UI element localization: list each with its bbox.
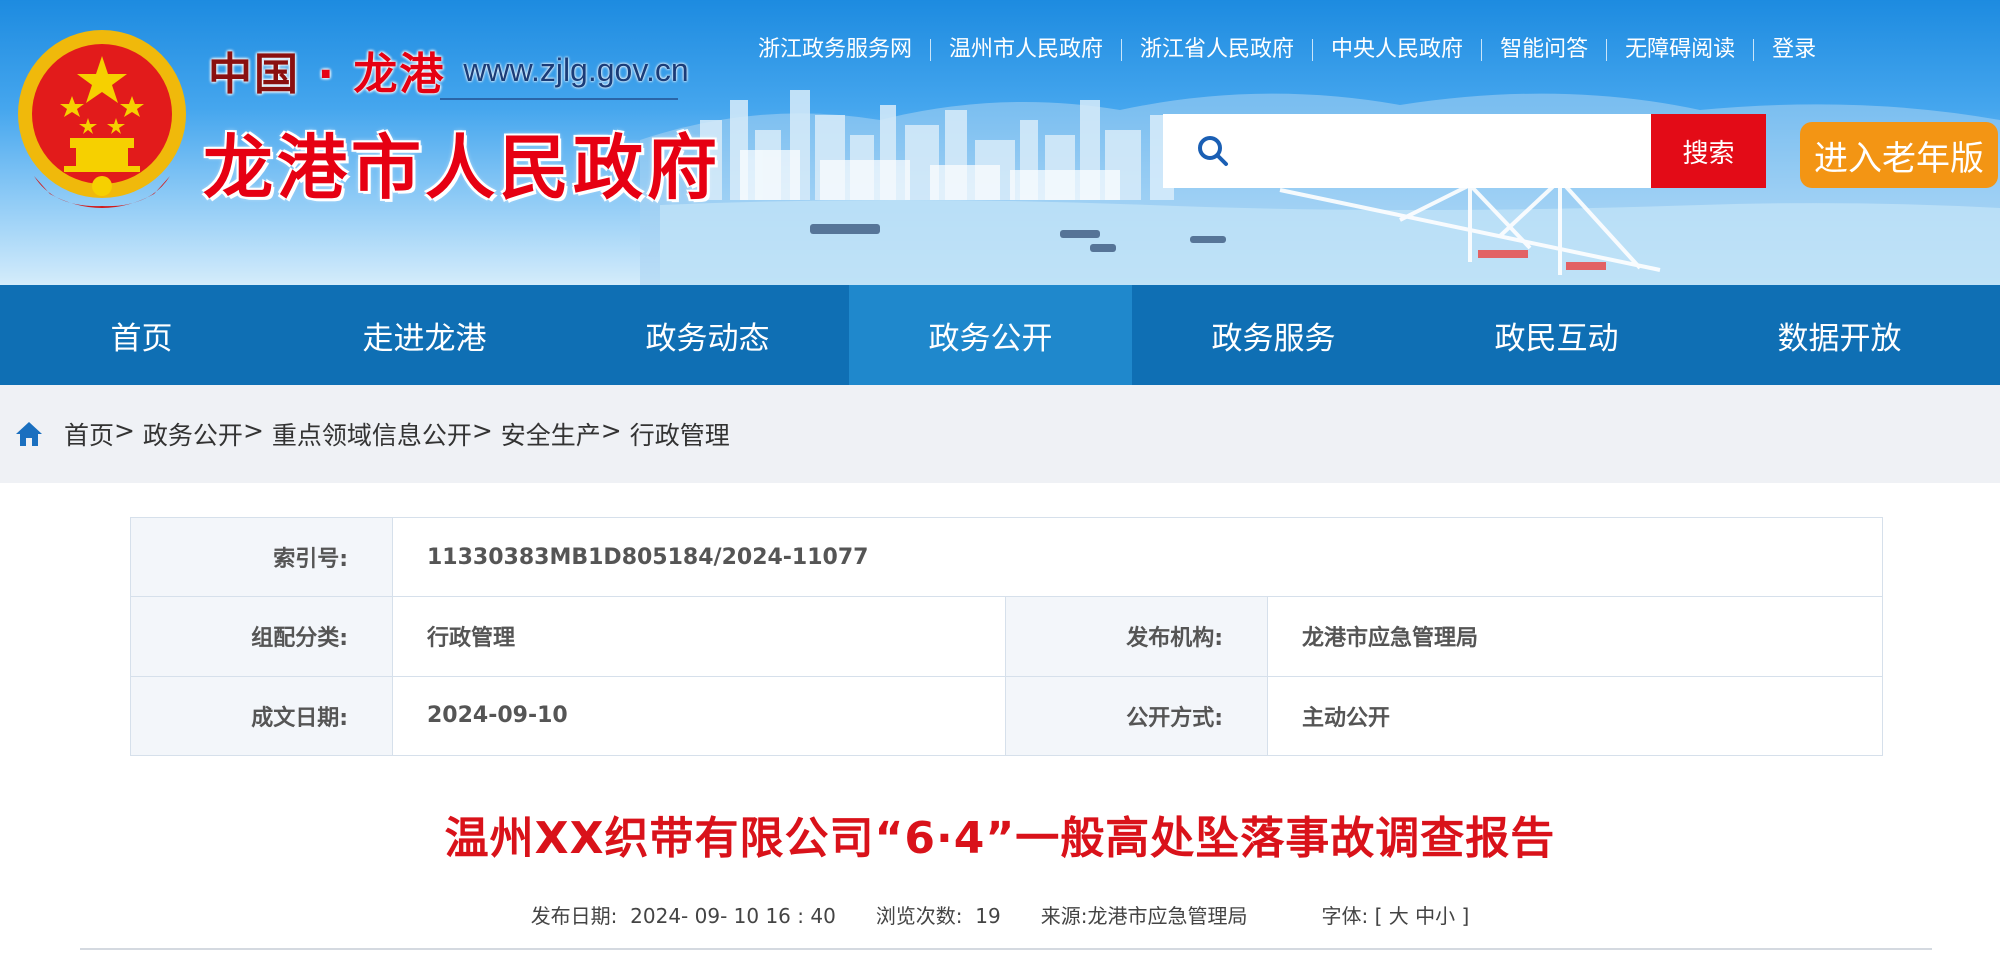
- breadcrumb-admin[interactable]: 行政管理: [630, 416, 730, 452]
- brand-cn: 中国 · 龙港: [208, 49, 446, 100]
- publish-date: 发布日期: 2024- 09- 10 16 : 40: [530, 904, 836, 928]
- publisher-label: 发布机构:: [1005, 596, 1268, 677]
- table-row: 组配分类: 行政管理 发布机构: 龙港市应急管理局: [130, 596, 1883, 677]
- top-link-central-gov[interactable]: 中央人民政府: [1312, 39, 1481, 61]
- brand-underline: [440, 98, 678, 100]
- top-link-wenzhou-gov[interactable]: 温州市人民政府: [930, 39, 1121, 61]
- nav-item-news[interactable]: 政务动态: [566, 285, 849, 385]
- date-label: 成文日期:: [130, 675, 393, 757]
- meta-divider: [80, 948, 1932, 950]
- top-link-smart-qa[interactable]: 智能问答: [1481, 39, 1606, 61]
- breadcrumb: 首页 > 政务公开 > 重点领域信息公开 > 安全生产 > 行政管理: [0, 385, 2000, 483]
- national-emblem-icon: [18, 30, 186, 208]
- index-value: 11330383MB1D805184/2024-11077: [392, 516, 1883, 598]
- nav-item-gov-services[interactable]: 政务服务: [1132, 285, 1415, 385]
- nav-item-open-data[interactable]: 数据开放: [1698, 285, 1981, 385]
- top-link-accessibility[interactable]: 无障碍阅读: [1606, 39, 1753, 61]
- nav-item-home[interactable]: 首页: [0, 285, 283, 385]
- site-header: 中国 · 龙港 www.zjlg.gov.cn 龙港市人民政府 浙江政务服务网 …: [0, 0, 2000, 285]
- breadcrumb-separator: >: [242, 416, 272, 445]
- article-source: 来源:龙港市应急管理局: [1040, 904, 1248, 928]
- brand-tagline: 中国 · 龙港 www.zjlg.gov.cn: [208, 42, 689, 100]
- top-link-login[interactable]: 登录: [1753, 39, 1834, 61]
- breadcrumb-work-safety[interactable]: 安全生产: [501, 416, 601, 452]
- top-links: 浙江政务服务网 温州市人民政府 浙江省人民政府 中央人民政府 智能问答 无障碍阅…: [740, 34, 1834, 66]
- search-icon: [1183, 114, 1243, 188]
- breadcrumb-separator: >: [114, 416, 143, 445]
- nav-item-about[interactable]: 走进龙港: [283, 285, 566, 385]
- search-button[interactable]: 搜索: [1651, 114, 1766, 188]
- table-row: 索引号: 11330383MB1D805184/2024-11077: [130, 516, 1883, 598]
- table-row: 成文日期: 2024-09-10 公开方式: 主动公开: [130, 675, 1883, 757]
- breadcrumb-separator: >: [471, 416, 501, 445]
- date-value: 2024-09-10: [392, 675, 1006, 757]
- breadcrumb-home[interactable]: 首页: [64, 416, 114, 452]
- brand-url: www.zjlg.gov.cn: [463, 51, 689, 88]
- article-meta: 发布日期: 2024- 09- 10 16 : 40 浏览次数: 19 来源:龙…: [0, 900, 2000, 929]
- breadcrumb-key-areas[interactable]: 重点领域信息公开: [272, 416, 472, 452]
- category-label: 组配分类:: [130, 596, 393, 677]
- main-nav: 首页 走进龙港 政务动态 政务公开 政务服务 政民互动 数据开放: [0, 285, 2000, 385]
- site-title: 龙港市人民政府: [203, 127, 721, 209]
- breadcrumb-trail: 首页 > 政务公开 > 重点领域信息公开 > 安全生产 > 行政管理: [64, 416, 730, 452]
- category-value: 行政管理: [392, 596, 1006, 677]
- breadcrumb-gov-disclosure[interactable]: 政务公开: [143, 416, 243, 452]
- elder-mode-button[interactable]: 进入老年版: [1800, 122, 1998, 188]
- top-link-zhejiang-gov[interactable]: 浙江省人民政府: [1121, 39, 1312, 61]
- font-large-button[interactable]: 大: [1389, 904, 1409, 928]
- method-value: 主动公开: [1267, 675, 1883, 757]
- method-label: 公开方式:: [1005, 675, 1268, 757]
- font-medium-button[interactable]: 中: [1415, 904, 1435, 928]
- home-icon[interactable]: [14, 419, 46, 449]
- publisher-value: 龙港市应急管理局: [1267, 596, 1883, 677]
- index-label: 索引号:: [130, 516, 393, 598]
- breadcrumb-separator: >: [600, 416, 630, 445]
- document-info-table: 索引号: 11330383MB1D805184/2024-11077 组配分类:…: [130, 516, 1883, 757]
- view-count: 浏览次数: 19: [875, 904, 1001, 928]
- font-small-button[interactable]: 小: [1435, 904, 1455, 928]
- article-title: 温州XX织带有限公司“6·4”一般高处坠落事故调查报告: [444, 813, 1556, 864]
- font-size-control: 字体: [ 大 中小 ]: [1321, 904, 1470, 928]
- nav-item-interaction[interactable]: 政民互动: [1415, 285, 1698, 385]
- nav-item-gov-disclosure[interactable]: 政务公开: [849, 285, 1132, 385]
- top-link-zj-gov-service[interactable]: 浙江政务服务网: [740, 39, 930, 61]
